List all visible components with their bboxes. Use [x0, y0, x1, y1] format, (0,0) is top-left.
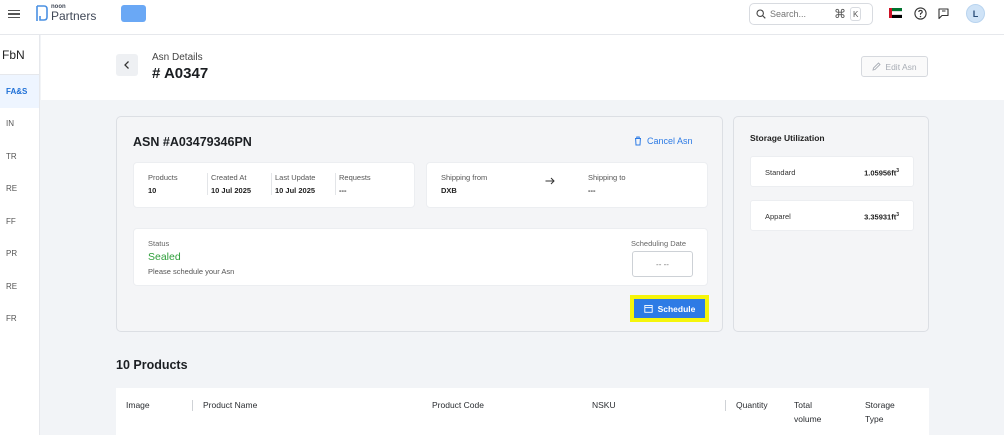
status-note: Please schedule your Asn	[148, 267, 235, 276]
scheduling-date-field[interactable]	[632, 251, 693, 277]
status-value: Sealed	[148, 251, 181, 263]
cancel-asn-label: Cancel Asn	[647, 136, 693, 146]
command-key-icon: ⌘	[834, 7, 846, 21]
logo-title: Partners	[51, 9, 97, 23]
schedule-button[interactable]: Schedule	[634, 299, 705, 318]
asn-number: ASN #A03479346PN	[133, 135, 252, 149]
storage-type-value: 1.05956ft3	[864, 168, 899, 178]
trash-icon	[635, 136, 641, 146]
storage-type-name: Apparel	[765, 212, 791, 221]
shipping-from-field: Shipping from DXB	[441, 173, 487, 195]
storage-type-name: Standard	[765, 168, 796, 177]
search-icon	[756, 9, 766, 19]
pencil-icon	[872, 62, 882, 71]
shipping-summary: Shipping from DXB Shipping to ---	[426, 162, 708, 208]
sidebar-item-fas[interactable]: FA&S	[0, 75, 39, 108]
asn-info-summary: Products 10 Created At 10 Jul 2025 Last …	[133, 162, 415, 208]
column-header-storage-type[interactable]: Storage Type	[865, 398, 905, 426]
storage-row-standard: Standard 1.05956ft3	[750, 156, 914, 187]
menu-icon[interactable]	[8, 8, 20, 20]
sidebar-title: FbN	[0, 35, 39, 75]
sidebar-item-in[interactable]: IN	[0, 108, 39, 141]
products-table-header: Image Product Name Product Code NSKU Qua…	[116, 388, 929, 435]
storage-type-value: 3.35931ft3	[864, 212, 899, 222]
column-header-product-code[interactable]: Product Code	[432, 398, 484, 412]
column-header-nsku[interactable]: NSKU	[592, 398, 616, 412]
page-title: # A0347	[152, 65, 209, 82]
sidebar-item-re-2[interactable]: RE	[0, 270, 39, 303]
sidebar-item-tr[interactable]: TR	[0, 140, 39, 173]
edit-asn-label: Edit Asn	[885, 61, 917, 72]
status-panel: Status Sealed Please schedule your Asn S…	[133, 228, 708, 286]
edit-asn-button[interactable]: Edit Asn	[861, 56, 928, 77]
cancel-asn-button[interactable]: Cancel Asn	[634, 136, 693, 146]
search-input[interactable]	[770, 9, 830, 19]
shipping-from-label: Shipping from	[441, 173, 488, 182]
status-label: Status	[148, 239, 170, 248]
schedule-label: Schedule	[657, 303, 696, 314]
help-icon[interactable]	[914, 7, 927, 20]
requests-value: ---	[339, 186, 347, 195]
logo[interactable]: noon Partners	[34, 4, 96, 22]
shipping-to-label: Shipping to	[588, 173, 626, 182]
feedback-icon[interactable]	[937, 7, 950, 20]
requests-label: Requests	[339, 173, 371, 182]
sidebar: FbN FA&S IN TR RE FF PR RE FR	[0, 35, 40, 435]
app-switcher-chip[interactable]	[121, 5, 146, 22]
created-at-value: 10 Jul 2025	[211, 186, 252, 195]
sidebar-item-ff[interactable]: FF	[0, 205, 39, 238]
storage-title: Storage Utilization	[750, 133, 825, 143]
scheduling-date-label: Scheduling Date	[631, 239, 687, 248]
calendar-icon	[643, 305, 653, 313]
storage-row-apparel: Apparel 3.35931ft3	[750, 200, 914, 231]
back-button[interactable]	[116, 54, 138, 76]
last-update-value: 10 Jul 2025	[275, 186, 316, 195]
created-at-field: Created At 10 Jul 2025	[211, 173, 251, 195]
products-label: Products	[148, 173, 178, 182]
schedule-button-highlight: Schedule	[630, 295, 709, 322]
shipping-to-field: Shipping to ---	[588, 173, 626, 195]
uae-flag-icon[interactable]	[889, 8, 902, 19]
column-header-total-volume[interactable]: Total volume	[794, 398, 834, 426]
sidebar-item-fr[interactable]: FR	[0, 303, 39, 336]
sidebar-item-pr[interactable]: PR	[0, 238, 39, 271]
chevron-left-icon	[124, 61, 129, 69]
asn-card: ASN #A03479346PN Cancel Asn Products 10 …	[116, 116, 723, 332]
top-bar: noon Partners ⌘ K L	[0, 0, 1004, 35]
created-at-label: Created At	[211, 173, 247, 182]
requests-field: Requests ---	[339, 173, 371, 195]
column-header-quantity[interactable]: Quantity	[736, 398, 768, 412]
shipping-to-value: ---	[588, 186, 596, 195]
avatar[interactable]: L	[966, 4, 985, 23]
search-box[interactable]: ⌘ K	[749, 3, 873, 25]
shipping-from-value: DXB	[441, 186, 457, 195]
page-header: Asn Details # A0347 Edit Asn	[41, 35, 1004, 100]
arrow-right-icon	[545, 177, 555, 185]
products-heading: 10 Products	[116, 358, 188, 372]
last-update-field: Last Update 10 Jul 2025	[275, 173, 315, 195]
last-update-label: Last Update	[275, 173, 316, 182]
column-header-image[interactable]: Image	[126, 398, 150, 412]
shortcut-key: K	[850, 7, 862, 21]
column-header-product-name[interactable]: Product Name	[203, 398, 257, 412]
page-caption: Asn Details	[152, 52, 203, 63]
partners-logo-icon	[36, 5, 48, 21]
products-value: 10	[148, 186, 157, 195]
storage-utilization-card: Storage Utilization Standard 1.05956ft3 …	[733, 116, 929, 332]
products-count-field: Products 10	[148, 173, 178, 195]
sidebar-item-re[interactable]: RE	[0, 173, 39, 206]
